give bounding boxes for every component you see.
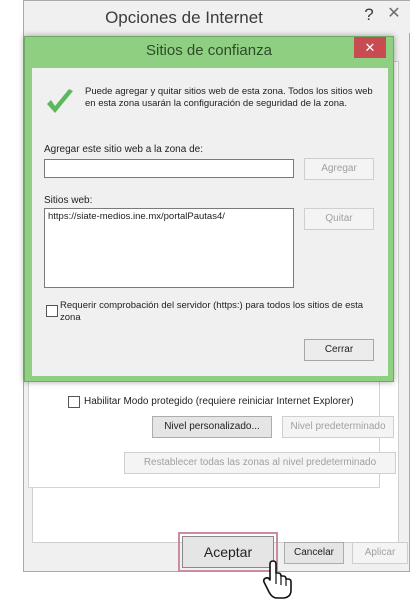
reset-all-zones-button[interactable]: Restablecer todas las zonas al nivel pre… [124, 452, 396, 474]
help-button[interactable]: ? [358, 4, 380, 26]
parent-close-button[interactable]: ✕ [380, 3, 408, 25]
info-text: Puede agregar y quitar sitios web de est… [85, 86, 373, 109]
require-https-checkbox[interactable] [46, 305, 58, 317]
default-level-button[interactable]: Nivel predeterminado [282, 416, 394, 438]
dialog-close-button[interactable]: ✕ [354, 37, 386, 58]
require-https-label: Requerir comprobación del servidor (http… [60, 300, 364, 323]
close-button[interactable]: Cerrar [304, 339, 374, 361]
ok-button[interactable]: Aceptar [182, 536, 274, 568]
add-button[interactable]: Agregar [304, 158, 374, 180]
remove-button[interactable]: Quitar [304, 208, 374, 230]
websites-list[interactable]: https://siate-medios.ine.mx/portalPautas… [44, 208, 294, 288]
dialog-titlebar: Sitios de confianza ✕ [25, 37, 393, 67]
checkmark-icon [47, 89, 73, 113]
protected-mode-checkbox[interactable] [68, 396, 80, 408]
trusted-sites-dialog: Sitios de confianza ✕ Puede agregar y qu… [24, 36, 394, 382]
dialog-title: Sitios de confianza [146, 42, 272, 59]
custom-level-button[interactable]: Nivel personalizado... [152, 416, 272, 438]
protected-mode-label: Habilitar Modo protegido (requiere reini… [84, 396, 354, 407]
mouse-pointer-icon [262, 560, 292, 599]
parent-title: Opciones de Internet [105, 8, 263, 27]
add-site-label: Agregar este sitio web a la zona de: [44, 144, 203, 155]
apply-button[interactable]: Aplicar [352, 542, 408, 564]
websites-label: Sitios web: [44, 195, 93, 206]
parent-titlebar: Opciones de Internet ? ✕ [24, 1, 410, 33]
list-item[interactable]: https://siate-medios.ine.mx/portalPautas… [48, 211, 290, 222]
dialog-body: Puede agregar y quitar sitios web de est… [32, 68, 388, 376]
site-url-input[interactable] [44, 159, 294, 178]
